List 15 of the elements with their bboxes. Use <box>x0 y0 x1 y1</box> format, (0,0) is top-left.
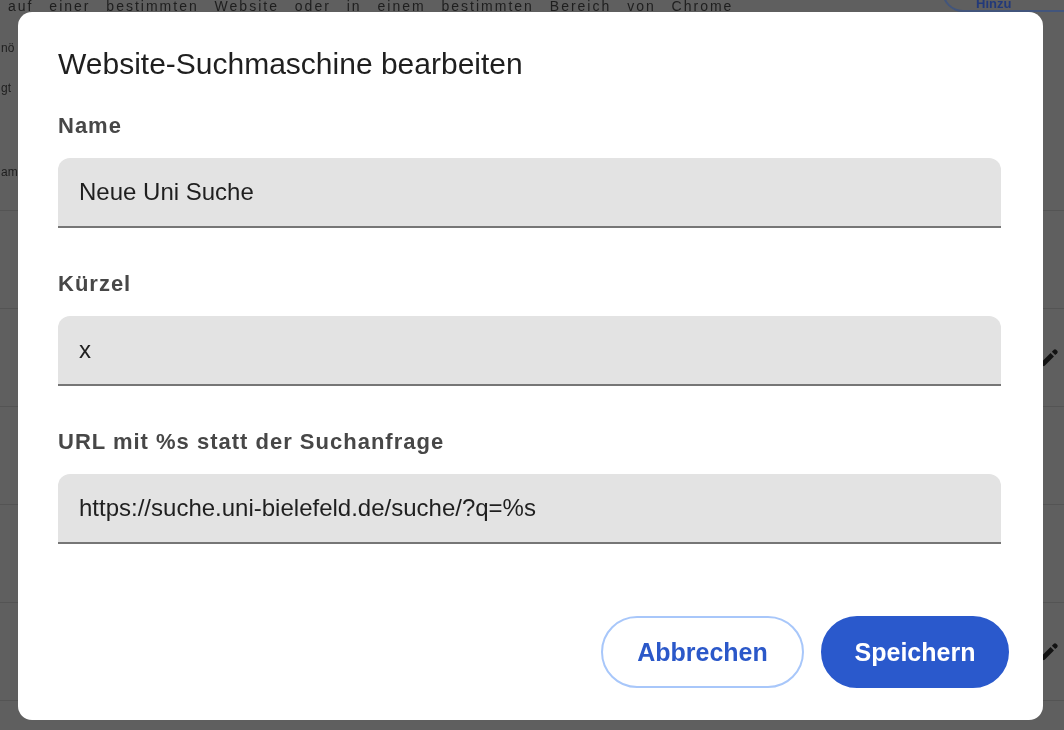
column-heading: am <box>0 164 19 181</box>
pencil-icon[interactable] <box>1040 348 1058 367</box>
dialog-title: Website-Suchmaschine bearbeiten <box>58 46 523 82</box>
input-field[interactable]: x <box>58 316 1001 386</box>
field-label: Kürzel <box>58 271 132 297</box>
page-text: nö <box>0 40 16 57</box>
field-label: Name <box>58 113 122 139</box>
save-button[interactable]: Speichern <box>821 616 1009 688</box>
page-text: gt <box>0 80 12 97</box>
cancel-button[interactable]: Abbrechen <box>601 616 804 688</box>
pencil-icon[interactable] <box>1040 642 1058 661</box>
page-text: auf einer bestimmten Website oder in einem bestimmten Bereich von Chrome <box>7 0 734 12</box>
input-field[interactable]: Neue Uni Suche <box>58 158 1001 228</box>
field-label: URL mit %s statt der Suchanfrage <box>58 429 445 455</box>
input-field[interactable]: https://suche.uni-bielefeld.de/suche/?q=%s <box>58 474 1001 544</box>
